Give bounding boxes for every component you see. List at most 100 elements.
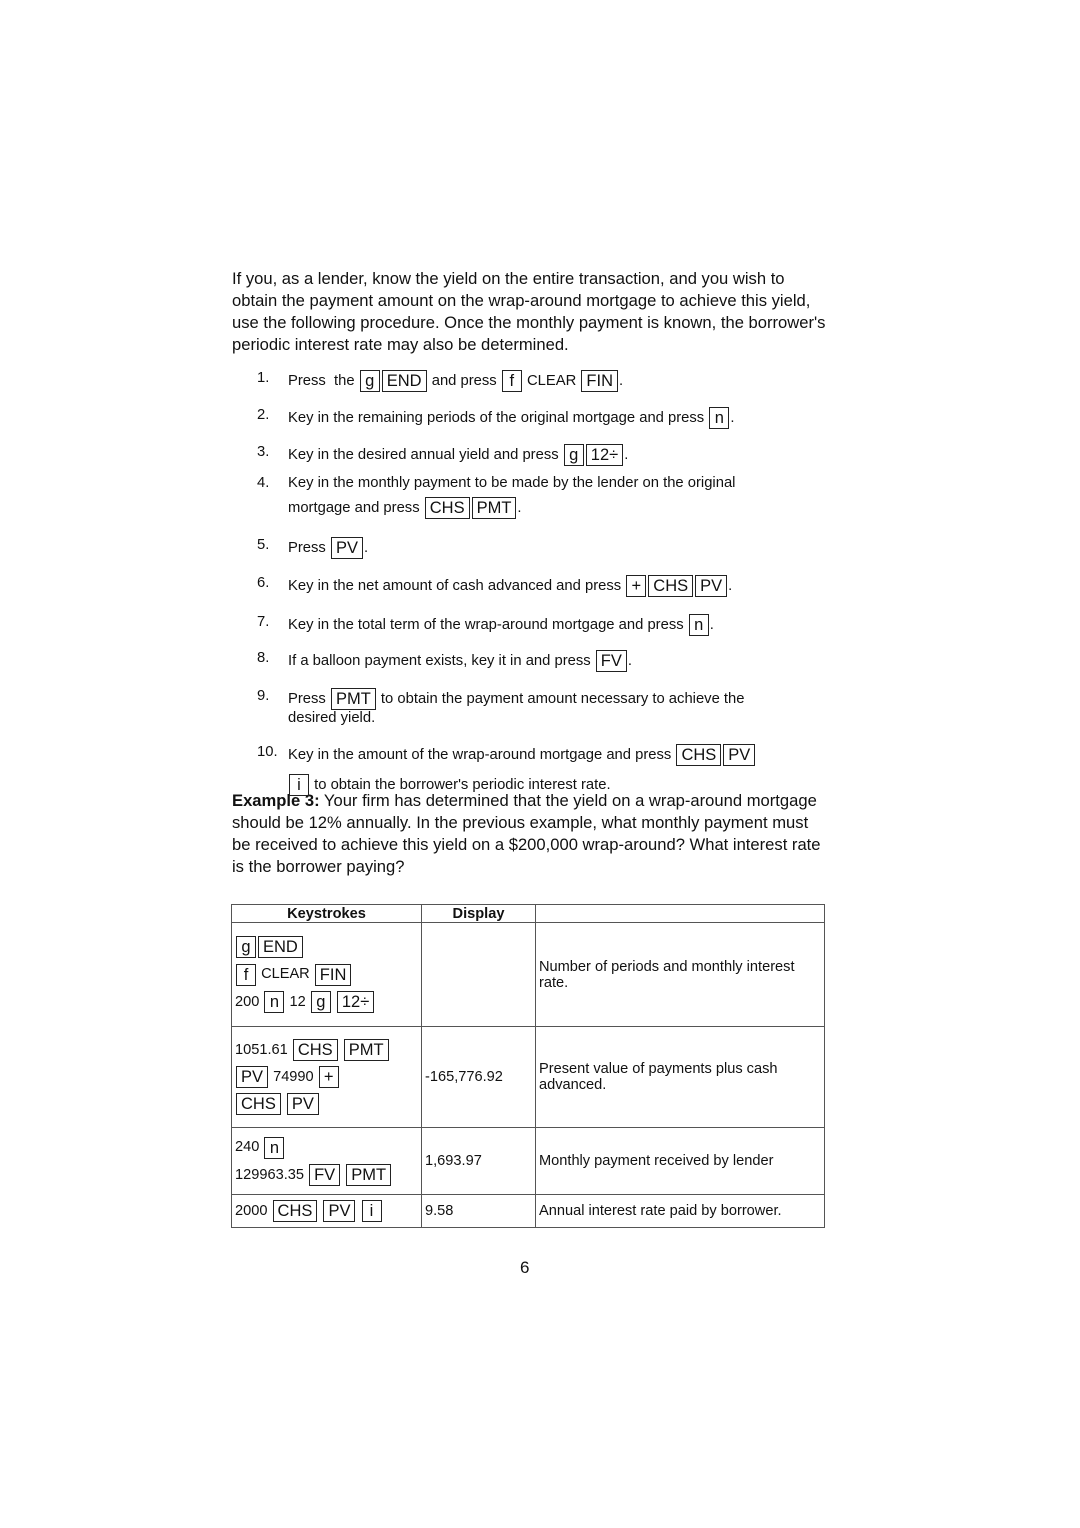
- keystrokes-table: Keystrokes Display g END f CLEAR FIN 200 …: [231, 904, 825, 1228]
- step-text: CLEAR: [526, 373, 577, 389]
- key-pv: PV: [330, 537, 363, 559]
- key-g: g: [563, 444, 584, 466]
- key-n: n: [264, 990, 285, 1013]
- key-chs: CHS: [236, 1093, 281, 1116]
- keystrokes-cell: 2000 CHS PV i: [231, 1194, 422, 1228]
- step-text: mortgage and press: [288, 500, 420, 517]
- step-1: 1. Press the g END and press f CLEAR FIN.: [232, 370, 828, 407]
- key-chs: CHS: [272, 1200, 318, 1223]
- keystroke-text: 12: [289, 993, 306, 1010]
- keystroke-text: 240: [235, 1139, 260, 1156]
- table-row: 240 n 129963.35 FV PMT 1,693.97 Monthly …: [231, 1127, 825, 1195]
- note-cell: Annual interest rate paid by borrower.: [535, 1194, 825, 1228]
- key-n: n: [709, 407, 730, 429]
- key-plus: +: [626, 575, 647, 597]
- key-i: i: [289, 774, 309, 796]
- step-text: Key in the remaining periods of the orig…: [288, 410, 705, 426]
- keystroke-line: 2000 CHS PV i: [235, 1200, 418, 1223]
- step-8: 8. If a balloon payment exists, key it i…: [232, 650, 828, 688]
- step-text: and press: [431, 373, 497, 389]
- step-number: 10.: [257, 744, 278, 760]
- step-text: Key in the monthly payment to be made by…: [288, 475, 736, 492]
- step-number: 2.: [257, 407, 270, 423]
- period: .: [728, 577, 733, 594]
- step-text: Press: [288, 540, 326, 556]
- keystroke-line: PV 74990 +: [235, 1066, 418, 1089]
- step-text: Key in the net amount of cash advanced a…: [288, 578, 622, 594]
- note-cell: Monthly payment received by lender: [535, 1127, 825, 1195]
- key-g: g: [310, 990, 331, 1013]
- step-4: 4. Key in the monthly payment to be made…: [232, 475, 828, 537]
- keystroke-text: 129963.35: [235, 1166, 304, 1183]
- keystroke-line: 240 n: [235, 1136, 418, 1159]
- period: .: [627, 652, 633, 669]
- step-text: Key in the amount of the wrap-around mor…: [288, 747, 672, 763]
- step-text: Key in the desired annual yield and pres…: [288, 447, 559, 463]
- intro-paragraph: If you, as a lender, know the yield on t…: [232, 269, 826, 354]
- key-chs: CHS: [424, 497, 470, 520]
- header-keystrokes: Keystrokes: [231, 904, 422, 923]
- procedure-steps: 1. Press the g END and press f CLEAR FIN.…: [232, 370, 828, 796]
- key-fv: FV: [309, 1163, 341, 1186]
- step-text: to obtain the borrower's periodic intere…: [314, 777, 611, 793]
- header-display: Display: [421, 904, 536, 923]
- display-cell: 1,693.97: [421, 1127, 536, 1195]
- period: .: [517, 500, 522, 516]
- key-fv: FV: [595, 650, 627, 672]
- keystroke-text: 2000: [235, 1203, 268, 1220]
- table-row: 1051.61 CHS PMT PV 74990 + CHS PV -165,7…: [231, 1026, 825, 1128]
- period: .: [624, 446, 629, 463]
- step-6: 6. Key in the net amount of cash advance…: [232, 575, 828, 614]
- page-number: 6: [520, 1258, 530, 1277]
- display-cell: -165,776.92: [421, 1026, 536, 1128]
- key-g: g: [236, 936, 256, 959]
- keystrokes-cell: 1051.61 CHS PMT PV 74990 + CHS PV: [231, 1026, 422, 1128]
- step-number: 4.: [257, 475, 270, 491]
- key-chs: CHS: [648, 575, 694, 597]
- key-pmt: PMT: [343, 1038, 389, 1061]
- table-row: 2000 CHS PV i 9.58 Annual interest rate …: [231, 1194, 825, 1228]
- keystroke-text: 74990: [273, 1069, 314, 1086]
- step-text: If a balloon payment exists, key it in a…: [288, 653, 591, 669]
- key-n: n: [688, 614, 709, 636]
- keystrokes-cell: g END f CLEAR FIN 200 n 12 g 12÷: [231, 922, 422, 1027]
- step-2: 2. Key in the remaining periods of the o…: [232, 407, 828, 444]
- display-cell: 9.58: [421, 1194, 536, 1228]
- key-12-divide: 12÷: [336, 990, 375, 1013]
- step-text: to obtain the payment amount necessary t…: [380, 691, 745, 707]
- key-fin: FIN: [314, 963, 352, 986]
- key-i: i: [361, 1200, 382, 1223]
- note-cell: Present value of payments plus cash adva…: [535, 1026, 825, 1128]
- header-notes: [535, 904, 825, 923]
- step-number: 7.: [257, 614, 270, 630]
- key-12-divide: 12÷: [585, 444, 624, 466]
- keystroke-text: 1051.61: [235, 1041, 288, 1058]
- key-pmt: PMT: [330, 688, 376, 710]
- key-f: f: [236, 963, 256, 986]
- key-pv: PV: [695, 575, 728, 597]
- keystrokes-cell: 240 n 129963.35 FV PMT: [231, 1127, 422, 1195]
- example-text: Your firm has determined that the yield …: [232, 791, 821, 876]
- keystroke-line: 1051.61 CHS PMT: [235, 1038, 418, 1061]
- keystroke-text: 200: [235, 993, 260, 1010]
- display-cell: [421, 922, 536, 1027]
- period: .: [619, 372, 624, 389]
- key-chs: CHS: [292, 1038, 338, 1061]
- step-text: Press the: [288, 373, 355, 389]
- keystroke-text: CLEAR: [261, 966, 310, 983]
- step-10: 10. Key in the amount of the wrap-around…: [232, 744, 828, 796]
- period: .: [730, 409, 735, 426]
- step-number: 3.: [257, 444, 270, 460]
- keystroke-line: 200 n 12 g 12÷: [235, 990, 418, 1013]
- step-number: 9.: [257, 688, 270, 704]
- keystroke-line: 129963.35 FV PMT: [235, 1163, 418, 1186]
- key-pv: PV: [286, 1093, 319, 1116]
- keystroke-line: g END: [235, 936, 418, 959]
- key-chs: CHS: [676, 744, 722, 766]
- key-fin: FIN: [581, 370, 619, 392]
- key-n: n: [264, 1136, 285, 1159]
- table-row: g END f CLEAR FIN 200 n 12 g 12÷ Number o…: [231, 922, 825, 1027]
- key-pv: PV: [236, 1066, 269, 1089]
- key-end: END: [381, 370, 427, 392]
- key-f: f: [501, 370, 522, 392]
